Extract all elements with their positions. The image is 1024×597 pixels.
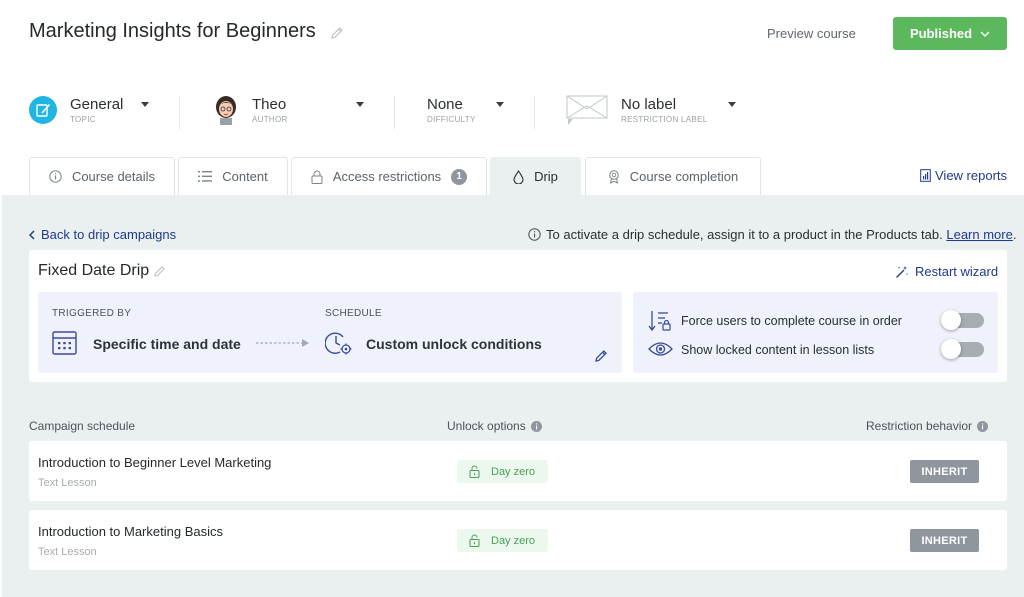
unlock-option-button[interactable]: Day zero: [457, 460, 548, 483]
tab-course-completion[interactable]: Course completion: [585, 157, 761, 195]
campaign-title: Fixed Date Drip: [38, 262, 166, 280]
eye-icon: [648, 342, 673, 356]
unlock-label: Day zero: [491, 465, 536, 478]
edit-document-icon: [29, 96, 57, 124]
restriction-value: No label: [621, 95, 677, 113]
force-order-label: Force users to complete course in order: [681, 314, 902, 328]
topic-selector[interactable]: General TOPIC: [29, 92, 123, 128]
restart-wizard-link[interactable]: Restart wizard: [895, 264, 998, 279]
show-locked-toggle[interactable]: [941, 339, 984, 359]
triggered-by-label: TRIGGERED BY: [52, 308, 132, 319]
triggered-by-value: Specific time and date: [93, 336, 241, 352]
author-value: Theo: [252, 95, 287, 113]
learn-more-link[interactable]: Learn more: [946, 227, 1012, 242]
divider: [534, 96, 535, 129]
restart-label: Restart wizard: [915, 264, 999, 279]
inherit-button[interactable]: INHERIT: [910, 529, 979, 552]
column-label: Unlock options: [447, 419, 526, 433]
campaign-title-text: Fixed Date Drip: [38, 262, 150, 279]
lesson-title[interactable]: Introduction to Beginner Level Marketing: [38, 455, 271, 470]
magic-wand-icon: [896, 265, 908, 278]
caret-down-icon[interactable]: [728, 102, 736, 107]
difficulty-selector[interactable]: None DIFFICULTY: [427, 92, 476, 128]
options-box: [633, 292, 998, 373]
pencil-icon[interactable]: [153, 265, 166, 278]
column-label: Restriction behavior: [866, 419, 973, 433]
award-icon: [608, 169, 619, 184]
pencil-icon[interactable]: [594, 349, 608, 363]
restriction-behavior-header: Restriction behavior: [866, 419, 989, 433]
tab-label: Content: [222, 169, 268, 184]
restriction-label-selector[interactable]: No label RESTRICTION LABEL: [566, 92, 707, 128]
info-icon: [528, 228, 541, 241]
caret-down-icon[interactable]: [141, 102, 149, 107]
tab-drip[interactable]: Drip: [490, 157, 581, 195]
avatar: [216, 96, 236, 125]
info-filled-icon[interactable]: [530, 420, 542, 432]
count-badge: 1: [451, 168, 468, 185]
tab-label: Drip: [534, 169, 558, 184]
drop-icon: [513, 169, 524, 184]
course-editor: Marketing Insights for Beginners Preview…: [0, 0, 1024, 597]
list-icon: [198, 171, 213, 182]
published-dropdown-button[interactable]: Published: [893, 17, 1007, 50]
caret-down-icon[interactable]: [496, 102, 504, 107]
author-label: AUTHOR: [252, 114, 288, 124]
restriction-label: RESTRICTION LABEL: [621, 114, 708, 124]
clock-gear-icon: [325, 332, 352, 355]
tab-label: Course details: [71, 169, 156, 184]
tab-label: Course completion: [629, 169, 739, 184]
sort-lock-icon: [648, 311, 671, 332]
inherit-button[interactable]: INHERIT: [910, 460, 979, 483]
column-label: Campaign schedule: [29, 419, 136, 433]
divider: [394, 96, 395, 129]
topic-value: General: [70, 95, 124, 113]
preview-course-link[interactable]: Preview course: [767, 26, 856, 41]
unlock-icon: [469, 465, 480, 478]
view-reports-label: View reports: [935, 168, 1008, 183]
unlock-icon: [469, 534, 480, 547]
lesson-type: Text Lesson: [38, 477, 97, 489]
calendar-icon: [52, 331, 77, 355]
envelope-label-icon: [566, 95, 608, 125]
pencil-icon[interactable]: [330, 26, 344, 40]
course-title: Marketing Insights for Beginners: [29, 20, 316, 42]
caret-down-icon[interactable]: [356, 102, 364, 107]
view-reports-link[interactable]: View reports: [920, 168, 1007, 183]
schedule-label: SCHEDULE: [325, 308, 382, 319]
tab-label: Access restrictions: [332, 169, 442, 184]
lesson-type: Text Lesson: [38, 546, 97, 558]
toggle-knob: [941, 310, 961, 330]
tab-course-details[interactable]: Course details: [29, 157, 175, 195]
topic-label: TOPIC: [70, 114, 96, 124]
divider: [179, 96, 180, 129]
chevron-left-icon: [29, 229, 35, 240]
tab-access-restrictions[interactable]: Access restrictions 1: [291, 157, 487, 195]
author-selector[interactable]: Theo AUTHOR: [214, 92, 288, 128]
lock-icon: [311, 170, 323, 184]
toggle-knob: [941, 339, 961, 359]
report-icon: [920, 169, 931, 182]
note-text: To activate a drip schedule, assign it t…: [546, 227, 943, 242]
published-label: Published: [909, 26, 973, 41]
unlock-label: Day zero: [491, 534, 536, 547]
chevron-down-icon: [980, 31, 990, 37]
back-to-drip-campaigns-link[interactable]: Back to drip campaigns: [29, 227, 176, 242]
info-filled-icon[interactable]: [977, 420, 989, 432]
arrow-right-icon: [256, 339, 309, 347]
schedule-value: Custom unlock conditions: [366, 336, 542, 352]
campaign-schedule-header: Campaign schedule: [29, 419, 135, 433]
difficulty-label: DIFFICULTY: [427, 114, 476, 124]
difficulty-value: None: [427, 95, 463, 113]
note-end: .: [1012, 227, 1017, 242]
tab-content[interactable]: Content: [178, 157, 288, 195]
activation-note: To activate a drip schedule, assign it t…: [528, 227, 1016, 242]
force-order-toggle[interactable]: [941, 310, 984, 330]
unlock-option-button[interactable]: Day zero: [457, 529, 548, 552]
lesson-title[interactable]: Introduction to Marketing Basics: [38, 524, 223, 539]
unlock-options-header: Unlock options: [447, 419, 542, 433]
back-label: Back to drip campaigns: [41, 227, 177, 242]
show-locked-label: Show locked content in lesson lists: [681, 343, 875, 357]
info-icon: [49, 170, 62, 183]
